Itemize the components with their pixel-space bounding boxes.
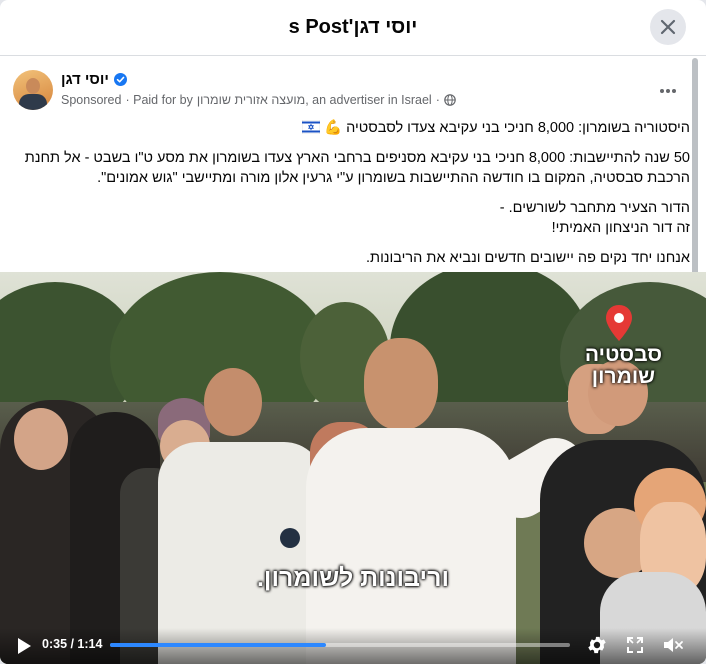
post-paragraph-2-line-2: הרכבת סבסטיה, המקום בו חודשה ההתיישבות ב… — [97, 170, 690, 186]
video-player[interactable]: סבסטיה שומרון וריבונות לשומרון. 0:35 / 1… — [0, 272, 706, 664]
video-time: 0:35 / 1:14 — [42, 637, 103, 651]
video-controls: 0:35 / 1:14 — [0, 628, 706, 664]
progress-bar[interactable] — [110, 643, 570, 647]
location-label: סבסטיה שומרון — [585, 344, 662, 388]
gear-icon[interactable] — [586, 634, 608, 656]
close-button[interactable] — [650, 9, 686, 45]
post-text: היסטוריה בשומרון: 8,000 חניכי בני עקיבא … — [14, 118, 690, 268]
post-paragraph-2-line-1: 50 שנה להתיישבות: 8,000 חניכי בני עקיבא … — [24, 150, 690, 166]
more-options-icon — [660, 89, 676, 93]
sponsored-label[interactable]: Sponsored — [61, 93, 121, 107]
israel-flag-icon — [301, 120, 320, 134]
volume-muted-icon[interactable] — [662, 635, 684, 655]
modal-header: s Post'יוסי דגן — [0, 0, 706, 56]
avatar[interactable] — [13, 70, 53, 110]
close-icon — [660, 19, 676, 35]
fullscreen-icon[interactable] — [626, 636, 644, 654]
play-icon[interactable] — [14, 636, 34, 656]
post-header: יוסי דגן Sponsored · Paid for by מועצה א… — [13, 70, 683, 112]
post-paragraph-4: אנחנו יחד נקים פה יישובים חדשים ונביא את… — [366, 250, 690, 266]
globe-icon — [444, 94, 456, 106]
post-modal: s Post'יוסי דגן יוסי דגן Sponsored · Pai… — [0, 0, 706, 664]
location-line-2: שומרון — [591, 365, 656, 388]
location-line-1: סבסטיה — [584, 343, 662, 366]
progress-fill — [110, 643, 327, 647]
modal-title: s Post'יוסי דגן — [288, 16, 418, 38]
advertiser-label[interactable]: מועצה אזורית שומרון, an advertiser in Is… — [197, 93, 432, 107]
video-subtitle: וריבונות לשומרון. — [256, 564, 450, 592]
post-meta: Sponsored · Paid for by מועצה אזורית שומ… — [61, 93, 456, 107]
post-paragraph-3-line-1: הדור הצעיר מתחבר לשורשים. - — [499, 200, 690, 216]
location-pin-icon — [606, 305, 632, 341]
author-name[interactable]: יוסי דגן — [61, 71, 109, 88]
verified-badge-icon — [113, 73, 127, 86]
meta-separator: · — [435, 93, 440, 107]
post-paragraph-3-line-2: זה דור הניצחון האמיתי! — [551, 220, 690, 236]
paid-by-label: · Paid for by — [125, 93, 193, 107]
post-line-1: היסטוריה בשומרון: 8,000 חניכי בני עקיבא … — [324, 120, 690, 136]
more-options-button[interactable] — [653, 76, 683, 106]
author-row: יוסי דגן — [61, 71, 127, 88]
